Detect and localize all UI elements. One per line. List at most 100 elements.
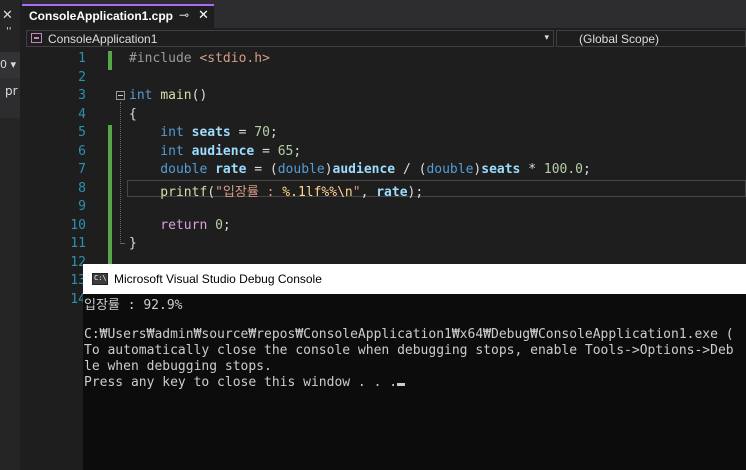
code-token: ; <box>293 143 302 159</box>
code-token: main <box>160 88 192 103</box>
code-token: 65 <box>277 143 294 159</box>
code-token: } <box>129 236 137 251</box>
project-dropdown[interactable]: ConsoleApplication1 ▾ <box>26 30 554 47</box>
console-line: 입장률 : 92.9% <box>84 294 183 313</box>
code-token: = <box>254 143 278 159</box>
line-number: 10 <box>70 217 86 233</box>
panel-dots: '' <box>6 26 12 37</box>
console-line: Press any key to close this window . . . <box>84 375 406 390</box>
code-token: ( <box>207 184 216 200</box>
change-bar <box>108 125 112 273</box>
panel-row[interactable]: pr <box>0 78 20 118</box>
code-token: %.1lf%%\n <box>282 184 353 200</box>
code-token: seats <box>481 162 521 177</box>
fold-guide <box>120 102 122 244</box>
code-token: = ( <box>246 162 278 177</box>
line-number: 2 <box>78 69 86 85</box>
code-line: #include <stdio.h> <box>129 51 270 66</box>
code-token: rate <box>376 184 408 200</box>
code-token: <stdio.h> <box>199 51 270 66</box>
line-number: 7 <box>78 162 86 177</box>
tab-consoleapplication1-cpp[interactable]: ConsoleApplication1.cpp ⊸ ✕ <box>22 4 214 28</box>
code-token: rate <box>215 162 247 177</box>
code-token: 0 <box>215 217 223 233</box>
code-token: = <box>230 125 255 140</box>
console-app-icon: C:\ <box>92 273 108 285</box>
close-tab-icon[interactable]: ✕ <box>198 8 209 23</box>
line-number: 14 <box>70 291 86 307</box>
console-line-text: To automatically close the console when … <box>84 343 734 358</box>
code-token: 100.0 <box>543 162 584 177</box>
code-line: double rate = (double)audience / (double… <box>129 162 591 177</box>
code-token: () <box>191 88 208 103</box>
chevron-down-icon: ▾ <box>544 33 549 43</box>
console-line-text: Press any key to close this window . . . <box>84 375 398 390</box>
scope-name: (Global Scope) <box>579 32 660 46</box>
code-token: double <box>129 162 216 177</box>
text-cursor <box>397 383 406 386</box>
code-token: * <box>520 162 544 177</box>
code-line: } <box>129 236 137 251</box>
change-bar <box>108 51 112 70</box>
code-token: #include <box>129 51 200 66</box>
left-side-panel: ✕ '' 0 ▾ pr <box>0 0 20 470</box>
code-line: { <box>129 107 137 122</box>
code-token: { <box>129 106 137 122</box>
console-line-text: le when debugging stops. <box>84 359 272 374</box>
line-number: 6 <box>78 143 86 159</box>
code-line: int seats = 70; <box>129 125 277 140</box>
change-bar <box>108 217 112 236</box>
code-line: int main() <box>129 88 207 103</box>
code-token: ); <box>407 184 424 200</box>
code-token: seats <box>191 125 231 140</box>
code-token: return <box>129 217 216 233</box>
console-line: To automatically close the console when … <box>84 343 734 358</box>
line-number: 5 <box>78 125 86 140</box>
line-number: 13 <box>70 273 86 288</box>
panel-row-label: pr <box>5 84 18 98</box>
panel-close-icon[interactable]: ✕ <box>2 8 13 23</box>
line-number: 8 <box>78 180 86 196</box>
code-token: "입장률 : <box>215 184 283 200</box>
panel-dropdown[interactable]: 0 ▾ <box>0 52 20 78</box>
console-line: C:₩Users₩admin₩source₩repos₩ConsoleAppli… <box>84 327 734 342</box>
line-number: 3 <box>78 88 86 103</box>
code-token: " <box>352 184 361 200</box>
line-number: 12 <box>70 254 86 270</box>
line-number: 11 <box>70 236 86 251</box>
panel-dropdown-label: 0 ▾ <box>0 58 17 71</box>
line-number: 9 <box>78 199 86 214</box>
tab-title: ConsoleApplication1.cpp <box>29 9 174 23</box>
console-titlebar[interactable]: C:\ Microsoft Visual Studio Debug Consol… <box>83 264 746 294</box>
navigation-bar: ConsoleApplication1 ▾ (Global Scope) <box>22 28 746 51</box>
line-number: 4 <box>78 106 86 122</box>
fold-guide-end <box>120 243 125 244</box>
code-token: double <box>277 162 325 177</box>
code-token: ) <box>324 162 333 177</box>
project-name: ConsoleApplication1 <box>48 32 158 46</box>
console-icon-label: C:\ <box>94 274 107 282</box>
code-token: audience <box>332 162 396 177</box>
scope-dropdown[interactable]: (Global Scope) <box>556 30 746 47</box>
code-token: double <box>426 162 474 177</box>
line-number: 1 <box>78 51 86 66</box>
code-token: , <box>360 184 377 200</box>
console-line-text: 입장률 : 92.9% <box>84 298 183 313</box>
code-token: int <box>129 125 192 140</box>
code-token: / ( <box>395 162 427 177</box>
collapse-icon[interactable] <box>116 91 125 100</box>
document-tab-strip: ConsoleApplication1.cpp ⊸ ✕ <box>22 0 746 28</box>
debug-console-window[interactable]: C:\ Microsoft Visual Studio Debug Consol… <box>83 264 746 470</box>
code-line: return 0; <box>129 217 231 233</box>
pin-icon[interactable]: ⊸ <box>179 8 189 22</box>
code-token: ; <box>222 217 231 233</box>
code-token: 70 <box>254 125 270 140</box>
code-line: int audience = 65; <box>129 144 301 159</box>
console-line-text: C:₩Users₩admin₩source₩repos₩ConsoleAppli… <box>84 327 734 342</box>
code-line: printf("입장률 : %.1lf%%\n", rate); <box>129 181 423 200</box>
code-token: printf <box>129 184 208 200</box>
project-icon <box>31 33 42 43</box>
code-token: int <box>129 88 161 103</box>
code-token: ; <box>583 162 591 177</box>
console-line: le when debugging stops. <box>84 359 272 374</box>
